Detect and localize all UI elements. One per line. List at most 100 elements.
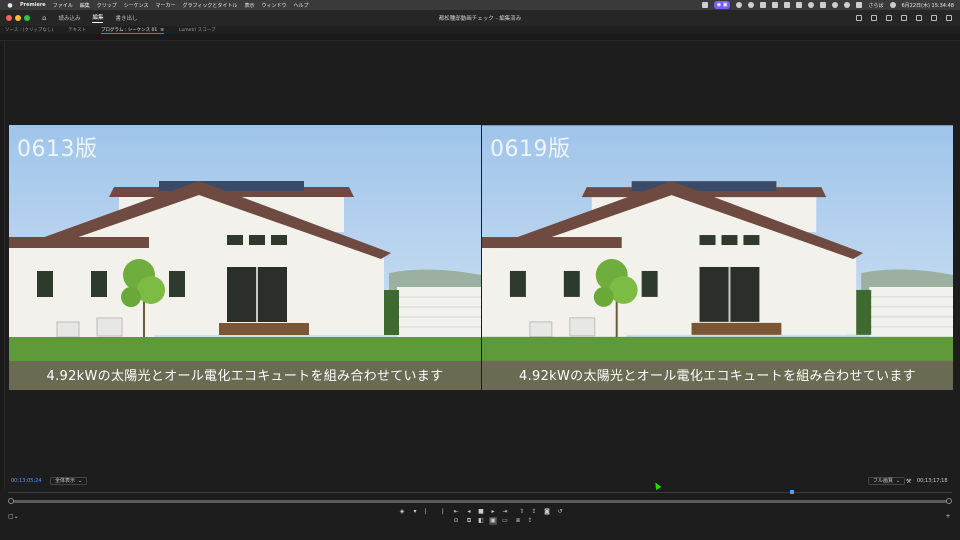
panel-icon[interactable] [871, 15, 877, 21]
scrollbar-left-handle[interactable] [8, 498, 14, 504]
nav-edit[interactable]: 編集 [92, 13, 104, 23]
chevron-down-icon: ⌄ [78, 478, 83, 484]
mark-out-icon[interactable]: ⎸ [424, 508, 432, 516]
status-icon[interactable] [701, 2, 708, 8]
insert-icon[interactable]: ⊙ [452, 517, 460, 525]
video-frame-right: 0619版 4.92kWの太陽光とオール電化エコキュートを組み合わせています [482, 125, 953, 390]
toggle-proxies-icon[interactable]: ▣ [489, 517, 497, 525]
undo-icon[interactable]: ↺ [556, 508, 564, 516]
menu-marker[interactable]: マーカー [156, 2, 176, 9]
overwrite-icon[interactable]: ⧉ [465, 517, 473, 525]
search-icon[interactable] [844, 2, 851, 8]
monitor-controls: 00;13;05;24 全体表示 ⌄ フル画質 ⌄ ⚒ 00;13;17;18 [0, 474, 960, 488]
step-back-icon[interactable]: ◂ [465, 508, 473, 516]
timeline-track [8, 492, 952, 493]
status-icon[interactable] [784, 2, 791, 8]
stop-icon[interactable]: ■ [477, 508, 485, 516]
add-marker-icon[interactable]: ◈ [398, 508, 406, 516]
vr-video-icon[interactable]: ▭ [501, 517, 509, 525]
battery-icon[interactable] [820, 2, 827, 8]
zoom-window-button[interactable] [24, 15, 30, 21]
tab-source[interactable]: ソース : (クリップなし) [5, 27, 53, 33]
scrollbar-right-handle[interactable] [946, 498, 952, 504]
wifi-icon[interactable] [832, 2, 839, 8]
close-window-button[interactable] [6, 15, 12, 21]
status-app-label[interactable]: さらば [868, 2, 883, 9]
chevron-down-icon: ⌄ [896, 478, 901, 484]
menu-view[interactable]: 表示 [244, 2, 254, 9]
playhead-timecode[interactable]: 00;13;05;24 [11, 478, 42, 484]
playhead-marker[interactable] [789, 490, 794, 494]
home-icon[interactable]: ⌂ [42, 14, 46, 22]
status-icon[interactable] [736, 2, 743, 8]
playback-resolution-value: フル画質 [873, 478, 894, 484]
status-icon[interactable] [772, 2, 779, 8]
go-to-in-icon[interactable]: ⇤ [452, 508, 460, 516]
zoom-level-select[interactable]: 全体表示 ⌄ [50, 477, 88, 485]
horizontal-ruler: 0100200300400500600700800900100011001200… [0, 34, 960, 49]
version-label: 0619版 [490, 137, 571, 162]
share-icon[interactable] [901, 15, 907, 21]
macos-menubar: ● Premiere ファイル 編集 クリップ シーケンス マーカー グラフィッ… [0, 0, 960, 10]
subtitle-caption: 4.92kWの太陽光とオール電化エコキュートを組み合わせています [46, 369, 444, 384]
siri-icon[interactable] [889, 2, 896, 8]
scrollbar-thumb[interactable] [12, 500, 948, 503]
transport-controls: ▢⌄ ◈ ▾ ⎸ ⎹ ⇤ ◂ ■ ▸ ⇥ ⇧ ⇪ ◙ ↺ ⊙ ⧉ ◧ ▣ ▭ ⧈… [0, 506, 960, 540]
menu-help[interactable]: ヘルプ [293, 2, 308, 9]
app-header: ⌂ 読み込み 編集 書き出し 都松種邸動画チェック - 編集済み [0, 10, 960, 26]
house-image [9, 125, 481, 390]
tab-lumetri-scopes[interactable]: Lumetri スコープ [179, 27, 215, 33]
control-center-icon[interactable] [856, 2, 863, 8]
status-icon[interactable] [796, 2, 803, 8]
monitor-timeline[interactable] [8, 490, 952, 495]
go-to-out-icon[interactable]: ⇥ [501, 508, 509, 516]
zoom-scrollbar[interactable] [8, 498, 952, 504]
menu-clip[interactable]: クリップ [97, 2, 117, 9]
house-image [482, 125, 953, 390]
workspaces-icon[interactable] [856, 15, 862, 21]
window-controls [6, 15, 30, 21]
step-forward-icon[interactable]: ▸ [489, 508, 497, 516]
menubar-status-area: ◉ ▣ さらば 6月22日(木) 15:34:48 [701, 0, 955, 10]
status-icon[interactable] [748, 2, 755, 8]
notes-icon[interactable] [886, 15, 892, 21]
tab-program-label: プログラム : シーケンス 01 [101, 27, 158, 33]
layout-icon[interactable] [916, 15, 922, 21]
menu-file[interactable]: ファイル [53, 2, 73, 9]
menu-sequence[interactable]: シーケンス [124, 2, 149, 9]
app-menu[interactable]: Premiere [20, 2, 46, 8]
minimize-window-button[interactable] [15, 15, 21, 21]
duration-timecode: 00;13;17;18 [917, 478, 948, 484]
apple-menu-icon[interactable]: ● [6, 2, 14, 9]
header-actions [856, 15, 952, 21]
settings-icon[interactable] [931, 15, 937, 21]
panel-tab-bar: ソース : (クリップなし) テキスト プログラム : シーケンス 01 ≡ Lu… [0, 26, 960, 34]
lift-icon[interactable]: ⇧ [518, 508, 526, 516]
safe-margins-icon[interactable]: ▢⌄ [8, 513, 19, 521]
status-icon[interactable] [760, 2, 767, 8]
extract-icon[interactable]: ⇪ [530, 508, 538, 516]
wrench-icon[interactable]: ⚒ [906, 478, 911, 485]
nav-import[interactable]: 読み込み [58, 14, 80, 22]
bluetooth-icon[interactable] [808, 2, 815, 8]
menu-graphics[interactable]: グラフィックとタイトル [183, 2, 238, 9]
mark-clip-icon[interactable]: ⎹ [436, 508, 444, 516]
comparison-view-icon[interactable]: ◧ [477, 517, 485, 525]
status-pill-icon[interactable]: ◉ ▣ [713, 1, 731, 9]
tab-program-monitor[interactable]: プログラム : シーケンス 01 ≡ [101, 27, 165, 34]
share-icon[interactable]: ⇪ [526, 517, 534, 525]
video-frame-left: 0613版 4.92kWの太陽光とオール電化エコキュートを組み合わせています [9, 125, 481, 390]
multicam-icon[interactable]: ⧈ [514, 517, 522, 525]
fullscreen-icon[interactable] [946, 15, 952, 21]
menu-window[interactable]: ウィンドウ [261, 2, 286, 9]
menu-icon[interactable]: ≡ [160, 28, 164, 33]
mark-in-icon[interactable]: ▾ [411, 508, 419, 516]
playback-resolution-select[interactable]: フル画質 ⌄ [868, 477, 906, 485]
menu-edit[interactable]: 編集 [80, 2, 90, 9]
program-monitor[interactable]: 0613版 4.92kWの太陽光とオール電化エコキュートを組み合わせています 0… [5, 41, 960, 473]
tab-text[interactable]: テキスト [68, 27, 86, 33]
button-editor-add-icon[interactable]: + [944, 513, 952, 521]
export-frame-icon[interactable]: ◙ [543, 508, 551, 516]
clock[interactable]: 6月22日(木) 15:34:48 [902, 2, 955, 9]
nav-export[interactable]: 書き出し [115, 14, 137, 22]
